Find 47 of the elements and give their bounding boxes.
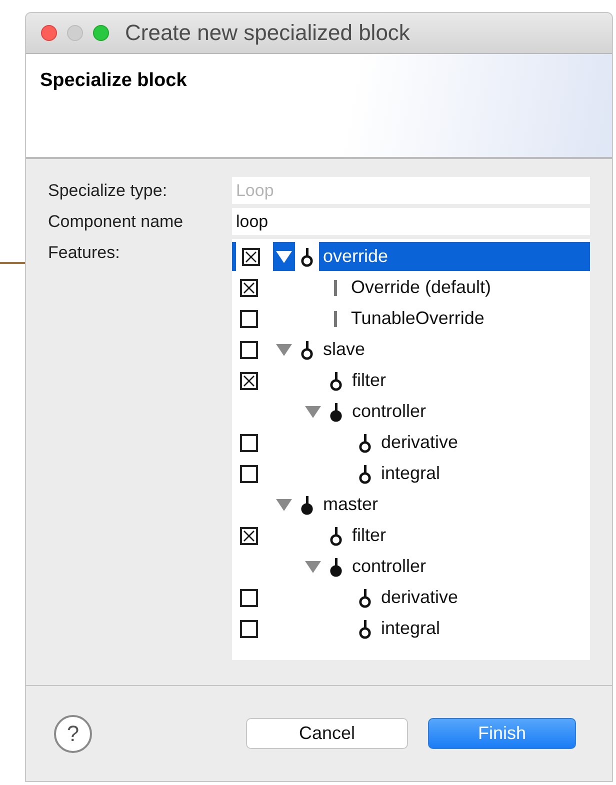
bar-icon bbox=[334, 280, 337, 296]
field-label: Specialize type: bbox=[48, 180, 168, 200]
port-icon bbox=[356, 432, 373, 454]
bar-icon bbox=[334, 310, 337, 326]
tree-item[interactable]: derivative bbox=[376, 428, 462, 457]
checkbox[interactable] bbox=[240, 434, 258, 452]
tree-item[interactable]: Override (default) bbox=[346, 273, 496, 302]
leader-line bbox=[0, 262, 26, 264]
port-icon bbox=[298, 338, 315, 360]
port-icon bbox=[328, 370, 344, 392]
tree-item[interactable]: controller bbox=[348, 552, 430, 581]
tree-item[interactable]: integral bbox=[376, 459, 444, 488]
checkbox[interactable] bbox=[240, 464, 258, 482]
tree-item[interactable]: filter bbox=[348, 366, 390, 395]
tree-item[interactable]: filter bbox=[348, 521, 390, 550]
port-icon bbox=[356, 586, 373, 608]
expand-arrow-icon[interactable] bbox=[276, 344, 292, 356]
tree-item[interactable]: derivative bbox=[376, 583, 462, 612]
checkbox[interactable] bbox=[240, 620, 258, 638]
checkbox[interactable] bbox=[240, 278, 258, 296]
checkbox[interactable] bbox=[240, 340, 258, 358]
filled-port-icon bbox=[328, 556, 344, 578]
tree-item[interactable]: slave bbox=[318, 335, 370, 364]
filled-port-icon bbox=[328, 400, 344, 422]
checkbox[interactable] bbox=[242, 248, 260, 266]
checkbox[interactable] bbox=[240, 372, 258, 390]
checkbox[interactable] bbox=[240, 310, 258, 328]
cancel-button[interactable]: Cancel bbox=[246, 718, 408, 749]
port-icon bbox=[356, 462, 373, 484]
tree-item[interactable]: master bbox=[318, 490, 382, 519]
port-icon bbox=[298, 246, 315, 268]
port-icon bbox=[356, 618, 373, 640]
checkbox[interactable] bbox=[240, 588, 258, 606]
component-name-field[interactable]: loop bbox=[232, 208, 590, 235]
tree-item[interactable]: integral bbox=[376, 614, 444, 643]
filled-port-icon bbox=[298, 494, 315, 516]
help-button[interactable]: ? bbox=[54, 714, 92, 752]
port-icon bbox=[328, 524, 344, 546]
checkbox[interactable] bbox=[240, 526, 258, 544]
tree-item[interactable]: TunableOverride bbox=[346, 304, 488, 333]
tree-item[interactable]: controller bbox=[348, 397, 430, 426]
field-label: Component name bbox=[48, 212, 184, 232]
close-button[interactable] bbox=[41, 25, 57, 41]
window-title: Create new specialized block bbox=[125, 20, 410, 46]
tree-item[interactable]: override bbox=[318, 242, 590, 271]
page-title: Specialize block bbox=[40, 70, 187, 91]
field-label: Features: bbox=[48, 242, 121, 263]
